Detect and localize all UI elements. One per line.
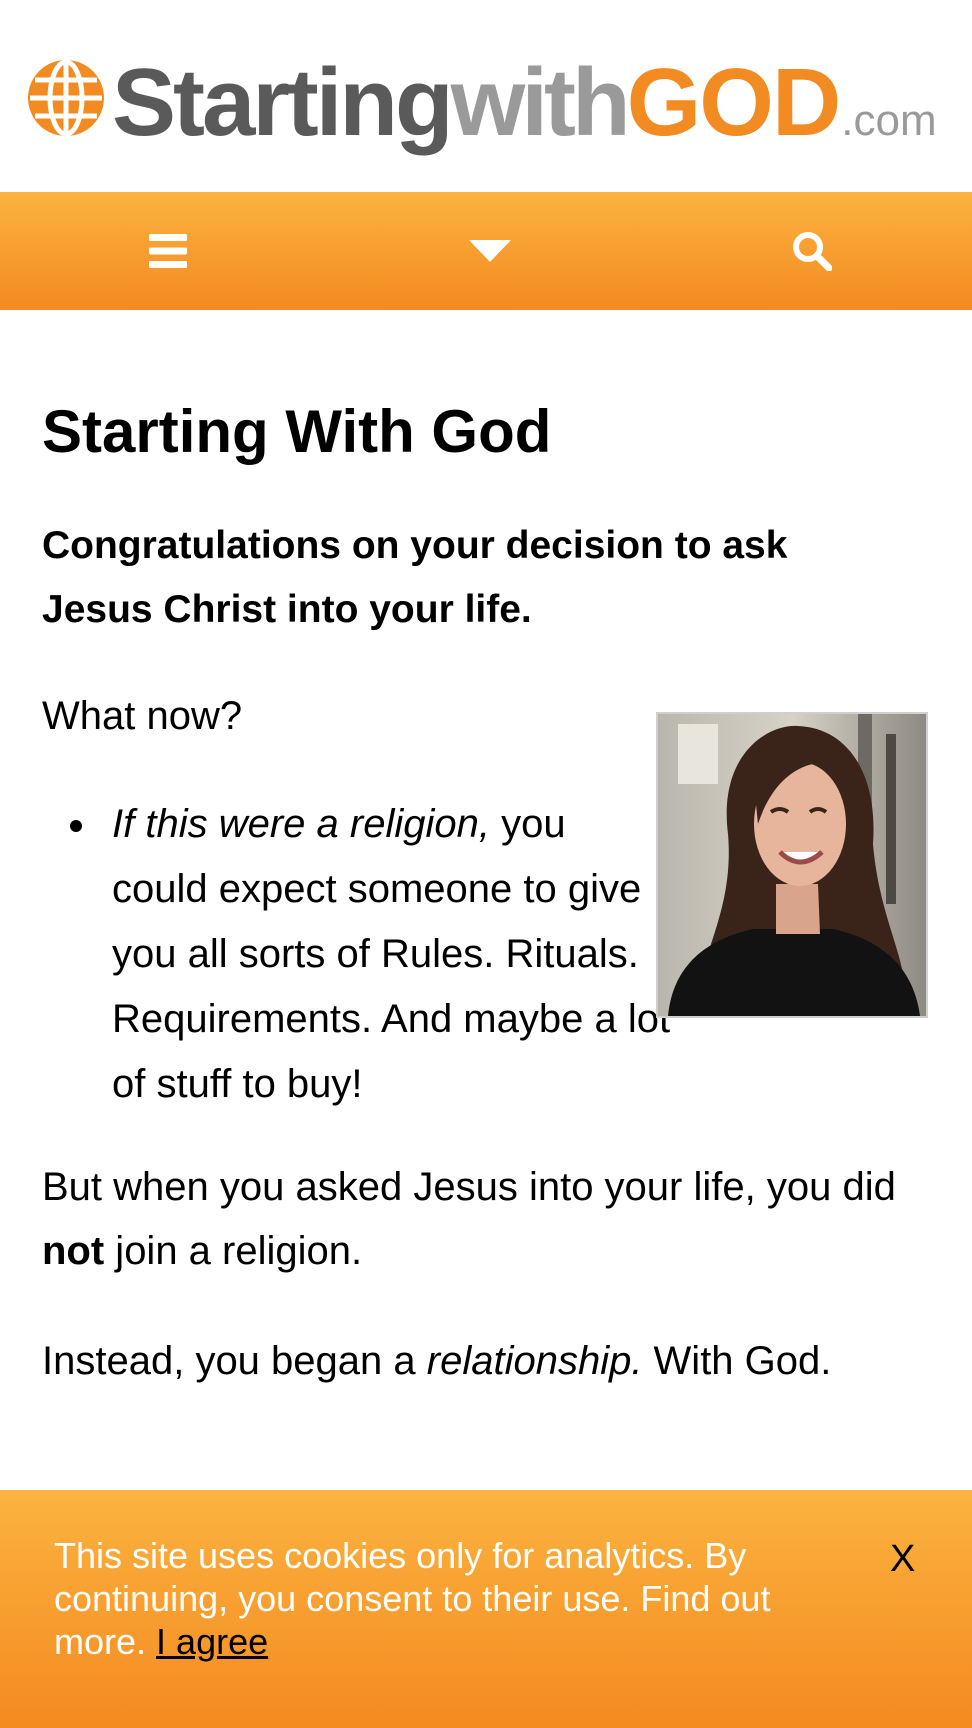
but-after: join a religion.: [104, 1229, 363, 1273]
instead-before: Instead, you began a: [42, 1339, 427, 1383]
but-before: But when you asked Jesus into your life,…: [42, 1165, 896, 1209]
smiling-woman-photo: [656, 712, 928, 1018]
site-logo[interactable]: Starting with GOD .com: [26, 48, 937, 158]
cookie-close-button[interactable]: X: [890, 1538, 915, 1581]
page-title: Starting With God: [42, 398, 552, 465]
hamburger-menu-icon: [149, 234, 187, 268]
bullet-italic: If this were a religion,: [112, 802, 490, 846]
site-header: Starting with GOD .com: [0, 0, 972, 192]
nav-bar: [0, 192, 972, 310]
instead-after: With God.: [642, 1339, 832, 1383]
bullet-list: If this were a religion, you could expec…: [42, 792, 672, 1117]
logo-tld: .com: [841, 96, 937, 145]
but-bold: not: [42, 1229, 105, 1273]
bullet-rest: you could expect someone to give you all…: [112, 802, 671, 1106]
logo-god: GOD: [626, 49, 842, 156]
dropdown-button[interactable]: [430, 192, 550, 310]
cookie-banner: This site uses cookies only for analytic…: [0, 1490, 972, 1728]
instead-italic: relationship.: [426, 1339, 643, 1383]
list-item: If this were a religion, you could expec…: [70, 792, 672, 1117]
article: Starting With God Congratulations on you…: [42, 340, 932, 1393]
photo-illustration: [658, 714, 926, 1016]
search-button[interactable]: [752, 192, 872, 310]
logo-starting: Starting: [112, 49, 454, 156]
religion-paragraph: But when you asked Jesus into your life,…: [42, 1155, 902, 1283]
cookie-message: This site uses cookies only for analytic…: [54, 1534, 854, 1663]
cookie-agree-link[interactable]: I agree: [156, 1621, 268, 1662]
relationship-paragraph: Instead, you began a relationship. With …: [42, 1329, 932, 1393]
search-icon: [793, 232, 832, 271]
menu-button[interactable]: [108, 192, 228, 310]
logo-wordmark: Starting with GOD .com: [112, 48, 937, 158]
globe-icon: [28, 59, 104, 137]
lead-paragraph: Congratulations on your decision to ask …: [42, 524, 788, 631]
logo-with: with: [450, 49, 631, 156]
caret-down-icon: [469, 240, 511, 262]
